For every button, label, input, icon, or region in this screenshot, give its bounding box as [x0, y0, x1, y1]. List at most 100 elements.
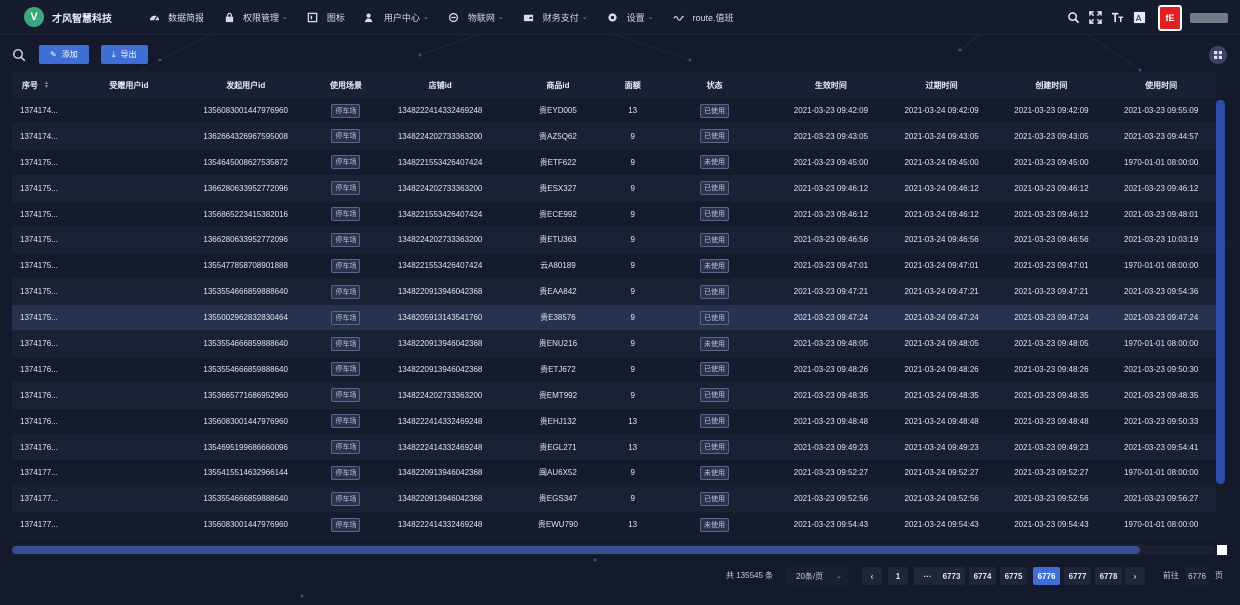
cell-scene: 停车场	[316, 150, 376, 175]
nav-item-dashboard[interactable]: 数据简报	[148, 0, 204, 35]
cell-initiator-id: 1355477858708901888	[203, 261, 288, 271]
total-count: 共 135545 条	[726, 571, 774, 580]
nav-item-settings[interactable]: 设置 ⌄	[607, 0, 653, 35]
table-row[interactable]: 1374175... 1366280633952772096 停车场 13482242…	[12, 227, 1216, 254]
scene-tag: 停车场	[331, 491, 361, 506]
cell-shop-id: 1348220913946042368	[397, 364, 483, 374]
page-button[interactable]: 6773	[938, 567, 965, 585]
page-button[interactable]: 6774	[969, 567, 996, 585]
table-toolbar: ✎ 添加 ⤓ 导出	[0, 44, 1240, 66]
status-badge: 已使用	[700, 440, 730, 455]
table-row[interactable]: 1374174... 1356083001447976960 停车场 13482224…	[12, 98, 1216, 124]
next-page-button[interactable]: ›	[1125, 567, 1145, 585]
horizontal-scrollbar[interactable]	[12, 546, 1140, 554]
table-row[interactable]: 1374177... 1355415514632966144 停车场 13482209…	[12, 460, 1216, 487]
table-row[interactable]: 1374175... 1355477858708901888 停车场 13482215…	[12, 253, 1216, 280]
table-row[interactable]: 1374174... 1362664326967595008 停车场 13482242…	[12, 123, 1216, 150]
table-row[interactable]: 1374176... 1353554666859888640 停车场 13482209…	[12, 331, 1216, 357]
table-row[interactable]: 1374177... 1353554666859888640 停车场 13482209…	[12, 486, 1216, 513]
nav-item-iot[interactable]: 物联网 ⌄	[448, 0, 504, 35]
cell-scene: 停车场	[316, 331, 376, 356]
cell-status: 未使用	[654, 150, 775, 175]
search-icon[interactable]	[12, 48, 26, 62]
nav-item-duty[interactable]: route.值班	[672, 0, 734, 35]
page-button[interactable]: 6776	[1033, 567, 1060, 585]
add-button-label: 添加	[61, 50, 78, 59]
cell-initiator-id: 1354645008627535872	[203, 157, 288, 167]
vertical-scrollbar[interactable]	[1216, 100, 1225, 484]
username[interactable]	[1190, 12, 1228, 23]
page-button[interactable]: 1	[888, 567, 908, 585]
nav-item-permissions[interactable]: 权限管理 ⌄	[223, 0, 288, 35]
table-row[interactable]: 1374175... 1366280633952772096 停车场 13482242…	[12, 175, 1216, 202]
avatar[interactable]: fE	[1158, 4, 1182, 31]
cell-use-time: 2021-03-23 09:47:24	[1124, 313, 1199, 323]
font-size-icon[interactable]	[1108, 9, 1126, 27]
header-col-goods-id: 商品id	[505, 72, 612, 98]
nav-item-user-center[interactable]: 用户中心 ⌄	[364, 0, 429, 35]
scene-tag: 停车场	[331, 284, 361, 299]
cell-expire-time: 2021-03-24 09:46:12	[904, 209, 979, 219]
header-col-index[interactable]: 序号 ▲ ▼	[12, 72, 83, 98]
cell-create-time: 2021-03-23 09:47:24	[1014, 313, 1089, 323]
table-row[interactable]: 1374177... 1356083001447976960 停车场 13482224…	[12, 512, 1216, 539]
sort-icon[interactable]: ▲ ▼	[44, 81, 49, 90]
cell-receiver-id	[82, 253, 175, 278]
nav-item-finance[interactable]: 财务支付 ⌄	[523, 0, 588, 35]
table-row[interactable]: 1374175... 1355002962832830464 停车场 13482059…	[12, 305, 1216, 332]
table-row[interactable]: 1374175... 1353554666859888640 停车场 13482209…	[12, 279, 1216, 306]
cell-shop-id: 1348222414332469248	[397, 442, 483, 452]
export-button[interactable]: ⤓ 导出	[101, 45, 148, 64]
cell-status: 已使用	[654, 176, 775, 201]
cell-effective-time: 2021-03-23 09:43:05	[793, 131, 869, 141]
header-col-effective-time: 生效时间	[775, 72, 887, 98]
brand-logo[interactable]: V 才风智慧科技	[24, 7, 112, 27]
cell-shop-id: 1348222414332469248	[397, 106, 483, 115]
cell-scene: 停车场	[316, 383, 376, 408]
cell-create-time: 2021-03-23 09:54:43	[1014, 520, 1089, 530]
scene-tag: 停车场	[331, 310, 361, 325]
nav-item-icons[interactable]: 图标	[307, 0, 345, 35]
status-badge: 已使用	[700, 310, 730, 325]
fullscreen-icon[interactable]	[1086, 9, 1104, 27]
cell-create-time: 2021-03-23 09:48:26	[1014, 364, 1089, 374]
edit-icon: ✎	[50, 50, 57, 59]
cell-goods-id: 贵ECE992	[539, 209, 577, 219]
table-row[interactable]: 1374176... 1354695199686660096 停车场 13482224…	[12, 434, 1216, 461]
header-label: 状态	[706, 80, 723, 90]
page-button[interactable]: 6775	[1000, 567, 1027, 585]
jump-page-input[interactable]	[1185, 567, 1209, 585]
nav-label: 用户中心	[383, 12, 420, 23]
table-row[interactable]: 1374176... 1356083001447976960 停车场 13482224…	[12, 408, 1216, 435]
logo-icon: V	[24, 7, 44, 27]
more-pages-button[interactable]: ···	[914, 567, 941, 585]
column-settings-button[interactable]	[1209, 46, 1227, 64]
data-table: 序号 ▲ ▼ 受赠用户id 发起用户id 使用场景 店铺id 商品id 面额 状态 生效时间 过期时间…	[12, 72, 1228, 542]
table-row[interactable]: 1374175... 1356865223415382016 停车场 13482215…	[12, 201, 1216, 228]
cell-index: 1374176...	[20, 364, 58, 374]
page-size-select[interactable]: 20条/页 ⌄	[786, 567, 848, 585]
cell-create-time: 2021-03-23 09:48:48	[1014, 416, 1089, 426]
page-button[interactable]: 6778	[1095, 567, 1122, 585]
cell-initiator-id: 1353554666859888640	[203, 339, 288, 349]
cell-create-time: 2021-03-23 09:52:56	[1014, 494, 1089, 504]
header-label: 创建时间	[1035, 80, 1068, 90]
status-badge: 已使用	[700, 207, 730, 222]
cell-effective-time: 2021-03-23 09:54:43	[793, 520, 869, 530]
cell-expire-time: 2021-03-24 09:48:35	[904, 390, 979, 400]
page-button[interactable]: 6777	[1064, 567, 1091, 585]
table-row[interactable]: 1374176... 1353554666859888640 停车场 13482209…	[12, 356, 1216, 383]
table-row[interactable]: 1374175... 1354645008627535872 停车场 13482215…	[12, 149, 1216, 176]
scene-tag: 停车场	[331, 388, 361, 403]
add-button[interactable]: ✎ 添加	[39, 45, 89, 64]
network-icon	[448, 11, 460, 23]
cell-index: 1374176...	[20, 390, 58, 400]
translate-icon[interactable]: A	[1130, 9, 1148, 27]
cell-amount: 9	[630, 364, 635, 374]
header-label: 店铺id	[428, 80, 452, 90]
table-row[interactable]: 1374176... 1353665771686952960 停车场 13482242…	[12, 382, 1216, 409]
search-icon[interactable]	[1064, 9, 1082, 27]
cell-expire-time: 2021-03-24 09:46:56	[904, 235, 979, 245]
prev-page-button[interactable]: ‹	[862, 567, 882, 585]
jump-unit: 页	[1215, 571, 1223, 580]
